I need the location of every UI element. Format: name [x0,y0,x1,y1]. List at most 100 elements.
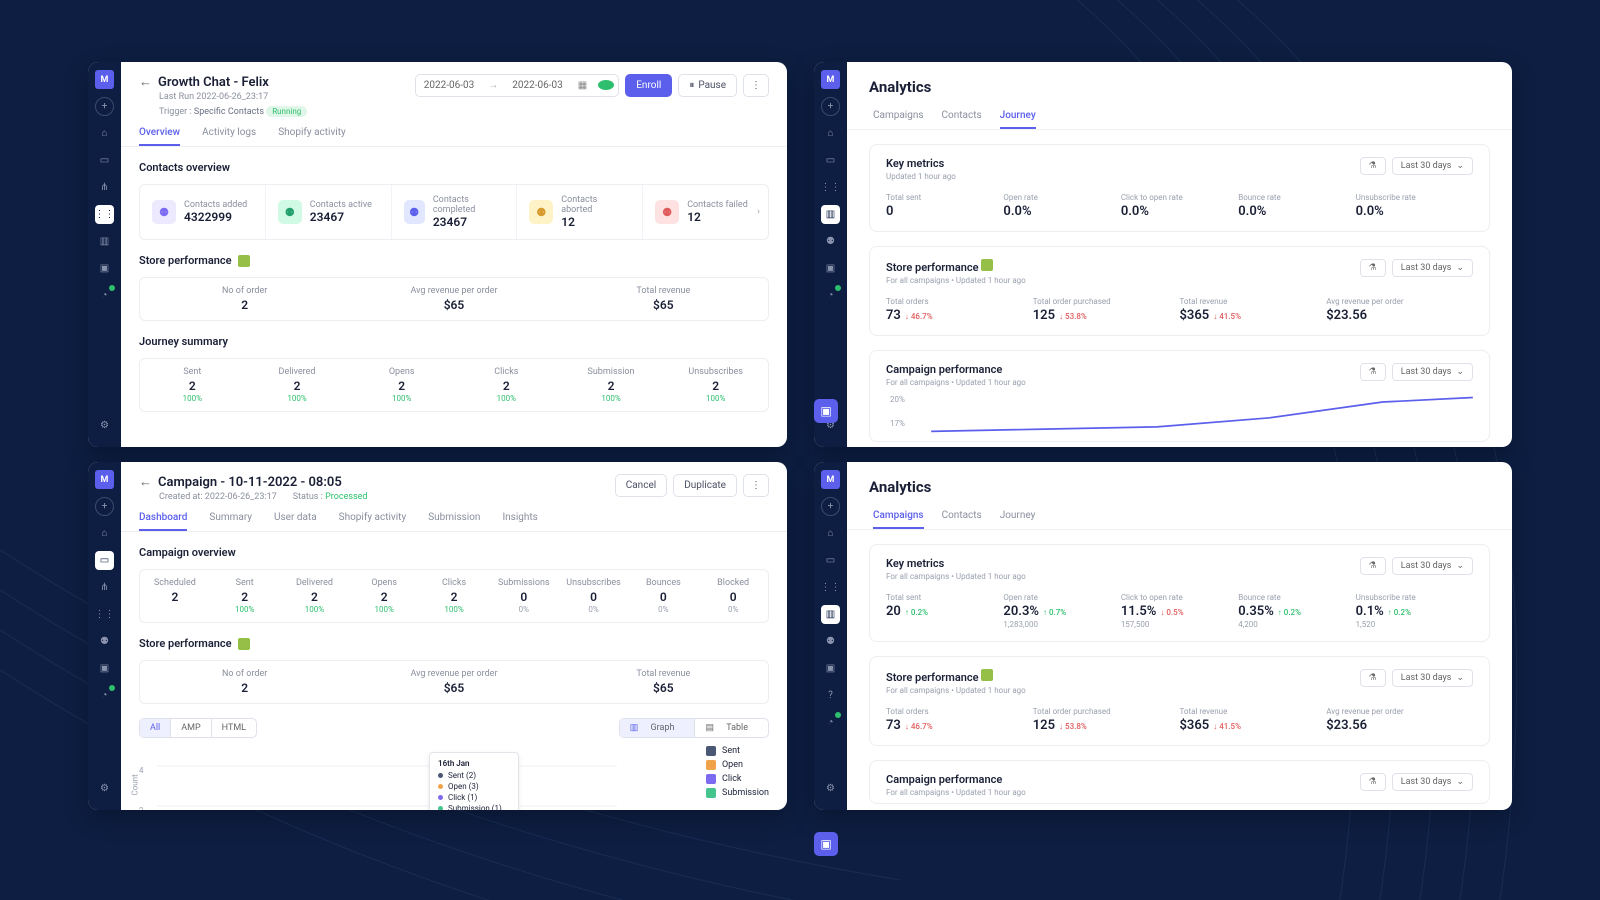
duplicate-button[interactable]: Duplicate [673,474,737,497]
table-toggle[interactable]: ▤ Table [694,719,768,737]
home-icon[interactable]: ⌂ [821,524,840,543]
flow-icon[interactable]: ⋔ [95,578,114,597]
date-range-picker[interactable]: 2022-06-03 → 2022-06-03 ▦ [415,74,619,97]
share-icon[interactable]: ⋮⋮ [821,578,840,597]
contacts-icon[interactable]: ▭ [821,551,840,570]
page-title: Analytics [847,462,1512,502]
tab-campaigns[interactable]: Campaigns [873,510,924,529]
bell-icon[interactable]: ◔ [95,686,114,705]
logo-icon[interactable]: M [95,70,114,89]
settings-icon[interactable]: ⚙ [95,779,114,798]
segment-control[interactable]: AllAMPHTML [139,718,257,738]
contacts-icon[interactable]: ▭ [821,151,840,170]
tab-journey[interactable]: Journey [1000,110,1036,129]
date-range-button[interactable]: Last 30 days⌄ [1392,259,1473,277]
tab-user-data[interactable]: User data [274,512,317,531]
filter-button[interactable]: ⚗ [1360,363,1386,381]
bell-icon[interactable]: ◔ [95,286,114,305]
contact-card[interactable]: ⚉Contacts active23467 [265,185,391,239]
add-icon[interactable]: + [95,97,114,116]
tab-dashboard[interactable]: Dashboard [139,512,187,531]
bell-icon[interactable]: ◔ [821,286,840,305]
help-icon[interactable]: ? [821,686,840,705]
template-icon[interactable]: ▣ [821,659,840,678]
seg-amp[interactable]: AMP [170,719,210,737]
date-range-button[interactable]: Last 30 days⌄ [1392,773,1473,791]
filter-button[interactable]: ⚗ [1360,259,1386,277]
bell-icon[interactable]: ◔ [821,713,840,732]
template-icon[interactable]: ▣ [95,659,114,678]
contact-card[interactable]: ⚉Contacts failed12› [642,185,768,239]
tab-overview[interactable]: Overview [139,127,180,146]
more-button[interactable]: ⋮ [743,474,769,497]
seg-html[interactable]: HTML [211,719,256,737]
date-range-button[interactable]: Last 30 days⌄ [1392,669,1473,687]
metric-cell: Avg revenue per order$65 [349,661,558,703]
template-icon[interactable]: ▣ [821,259,840,278]
logo-icon[interactable]: M [821,470,840,489]
view-toggle[interactable]: ▥ Graph ▤ Table [619,718,769,738]
cp-sub: For all campaigns • Updated 1 hour ago [886,378,1026,387]
graph-toggle[interactable]: ▥ Graph [620,719,695,737]
metric-cell: Total revenue$65 [559,278,768,320]
analytics-icon[interactable]: ▥ [821,205,840,224]
tab-insights[interactable]: Insights [502,512,537,531]
pause-button[interactable]: ⏸Pause [678,74,737,97]
contacts-icon[interactable]: ▭ [95,151,114,170]
tab-activity-logs[interactable]: Activity logs [202,127,256,146]
km-cell: Bounce rate0.35%↑ 0.2%4,200 [1238,593,1355,629]
tab-campaigns[interactable]: Campaigns [873,110,924,129]
legend-swatch [706,760,716,770]
date-range-button[interactable]: Last 30 days⌄ [1392,157,1473,175]
logo-icon[interactable]: M [821,70,840,89]
add-icon[interactable]: + [821,97,840,116]
date-range-button[interactable]: Last 30 days⌄ [1392,557,1473,575]
metric-cell: No of order2 [140,661,349,703]
people-icon[interactable]: ⚉ [821,232,840,251]
enroll-button[interactable]: Enroll [625,74,672,97]
people-icon[interactable]: ⚉ [95,632,114,651]
share-icon[interactable]: ⋮⋮ [821,178,840,197]
share-icon[interactable]: ⋮⋮ [95,605,114,624]
tab-contacts[interactable]: Contacts [942,510,982,529]
add-icon[interactable]: + [95,497,114,516]
back-icon[interactable]: ← [139,74,152,90]
tab-summary[interactable]: Summary [209,512,252,531]
chart-icon[interactable]: ▥ [95,232,114,251]
analytics-icon[interactable]: ▥ [821,605,840,624]
logo-icon[interactable]: M [95,470,114,489]
home-icon[interactable]: ⌂ [95,524,114,543]
delta: ↓ 41.5% [1213,722,1241,731]
filter-button[interactable]: ⚗ [1360,773,1386,791]
contact-card[interactable]: ⚉Contacts added4322999 [140,185,265,239]
flow-icon[interactable]: ⋔ [95,178,114,197]
seg-all[interactable]: All [140,719,170,737]
contact-card[interactable]: ⚉Contacts aborted12 [516,185,642,239]
cancel-button[interactable]: Cancel [615,474,667,497]
more-button[interactable]: ⋮ [743,74,769,97]
date-range-button[interactable]: Last 30 days⌄ [1392,363,1473,381]
settings-icon[interactable]: ⚙ [95,416,114,435]
filter-button[interactable]: ⚗ [1360,157,1386,175]
contact-card[interactable]: ⚉Contacts completed23467 [391,185,517,239]
home-icon[interactable]: ⌂ [821,124,840,143]
people-icon[interactable]: ⚉ [821,632,840,651]
campaigns-icon[interactable]: ▭ [95,551,114,570]
tab-contacts[interactable]: Contacts [942,110,982,129]
floating-action-button[interactable]: ▣ [814,832,838,856]
tab-journey[interactable]: Journey [1000,510,1036,529]
add-icon[interactable]: + [821,497,840,516]
back-icon[interactable]: ← [139,474,152,490]
sidebar: M + ⌂ ▭ ⋮⋮ ▥ ⚉ ▣ ? ◔ ⚙ [814,462,847,810]
filter-button[interactable]: ⚗ [1360,557,1386,575]
tab-shopify-activity[interactable]: Shopify activity [339,512,407,531]
filter-button[interactable]: ⚗ [1360,669,1386,687]
km-cell: Avg revenue per order$23.56 [1326,297,1473,323]
home-icon[interactable]: ⌂ [95,124,114,143]
floating-action-button[interactable]: ▣ [814,399,838,423]
template-icon[interactable]: ▣ [95,259,114,278]
tab-shopify-activity[interactable]: Shopify activity [278,127,346,146]
share-icon[interactable]: ⋮⋮ [95,205,114,224]
tab-submission[interactable]: Submission [428,512,480,531]
settings-icon[interactable]: ⚙ [821,779,840,798]
